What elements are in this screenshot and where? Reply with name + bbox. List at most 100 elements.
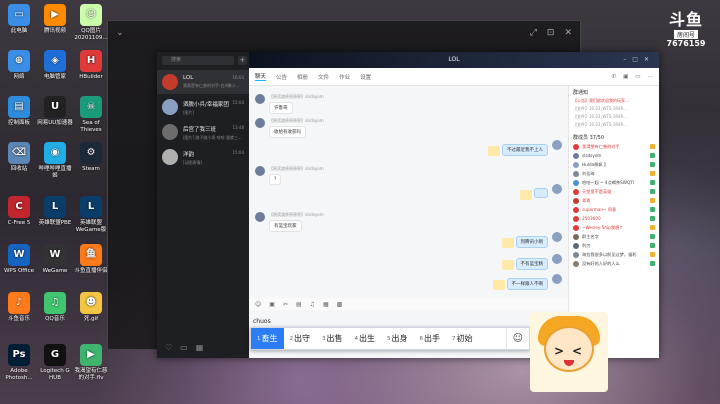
message-bubble[interactable]: 到腾讯小刚	[515, 236, 548, 248]
window-icon[interactable]: ⊡	[547, 28, 555, 38]
message-bubble[interactable]: ?	[269, 174, 282, 185]
desktop-icon[interactable]: G Logitech G HUB	[36, 344, 74, 381]
member-item[interactable]: 哈哈一起 ~ 4点喝茶SWQTI	[569, 178, 659, 187]
message-bubble[interactable]: 许鲁哥	[269, 102, 293, 114]
avatar[interactable]	[255, 118, 265, 128]
toolbar-icon[interactable]: ♫	[310, 301, 315, 308]
toolbar-icon[interactable]: ✂	[283, 301, 288, 308]
desktop-icon[interactable]: L 英雄联盟WeGame版	[72, 196, 110, 233]
avatar[interactable]	[255, 94, 265, 104]
desktop-icon[interactable]: ▶ 腾讯视频	[36, 4, 74, 35]
desktop-icon[interactable]: U 网易UU加速器	[36, 96, 74, 127]
desktop-icon[interactable]: ♫ QQ音乐	[36, 292, 74, 323]
avatar[interactable]	[552, 140, 562, 150]
toolbar-icon[interactable]: ▤	[296, 301, 302, 308]
menu-icon[interactable]: ▭	[180, 343, 188, 352]
tab-announcement[interactable]: 公告	[276, 73, 287, 81]
avatar[interactable]	[552, 254, 562, 264]
member-item[interactable]: ~Wesley Ship我想↑	[569, 223, 659, 232]
toolbar-icon[interactable]: ▣	[269, 301, 275, 308]
avatar[interactable]	[255, 212, 265, 222]
desktop-icon[interactable]: ⊕ 网络	[0, 50, 38, 81]
tab-homework[interactable]: 作业	[339, 73, 350, 81]
member-item[interactable]: 没有好的人好的人么	[569, 259, 659, 268]
desktop-icon[interactable]: H HBuilder	[72, 50, 110, 81]
notice-item[interactable]: 【文件】10.23_WTS-1649…	[569, 105, 659, 113]
notice-item[interactable]: 【文件】10.23_WTS-1649…	[569, 121, 659, 129]
conversation-item[interactable]: 洒脱小兵/幸福家团 [图片] 15:04	[157, 95, 249, 119]
tab-settings[interactable]: 设置	[360, 73, 371, 81]
desktop-icon[interactable]: W WPS Office	[0, 244, 38, 275]
desktop-icon[interactable]: Ps Adobe Photosh...	[0, 344, 38, 381]
desktop-icon[interactable]: ☺ QQ图片 20201109...	[72, 4, 110, 41]
desktop-icon[interactable]: ◈ 电脑管家	[36, 50, 74, 81]
message-input[interactable]: chuos	[253, 318, 271, 325]
ime-candidate[interactable]: 4 出生	[349, 328, 382, 349]
message-bubble[interactable]: 不有蓝宝精	[515, 258, 548, 270]
toolbar-icon[interactable]: ▩	[337, 301, 343, 308]
desktop-icon[interactable]: 鱼斗鱼直播伴侣	[72, 244, 110, 275]
add-button[interactable]: +	[238, 56, 247, 65]
tab-album[interactable]: 相册	[297, 73, 308, 81]
grid-icon[interactable]: ▦	[196, 343, 204, 352]
message-bubble[interactable]: 有蓝宝玩家	[269, 220, 302, 232]
emoji-icon[interactable]: ☺	[505, 328, 529, 349]
member-item[interactable]: 群主名字	[569, 232, 659, 241]
toolbar-icon[interactable]: ▦	[323, 301, 329, 308]
member-item[interactable]: 刘佳琦	[569, 169, 659, 178]
phone-icon[interactable]: ✆	[611, 74, 616, 80]
member-item[interactable]: slsdsyom	[569, 151, 659, 160]
tab-chat[interactable]: 聊天	[255, 72, 267, 81]
desktop-icon[interactable]: L 英雄联盟PBE	[36, 196, 74, 227]
avatar[interactable]	[255, 166, 265, 176]
ime-candidate[interactable]: 3 出售	[316, 328, 349, 349]
avatar[interactable]	[552, 232, 562, 242]
member-item[interactable]: 天堂里不是英雄	[569, 187, 659, 196]
close-icon[interactable]: ✕	[564, 28, 572, 38]
tab-files[interactable]: 文件	[318, 73, 329, 81]
collapse-icon[interactable]: ⌄	[116, 28, 124, 38]
desktop-icon[interactable]: ▤ 控制面板	[0, 96, 38, 127]
desktop-icon[interactable]: ☻ 死.gif	[72, 292, 110, 323]
desktop-icon[interactable]: W WeGame	[36, 244, 74, 275]
conversation-item[interactable]: LOL 我真是有仁慈的对手-白A爆小... 16:04	[157, 70, 249, 94]
toolbar-icon[interactable]: ☺	[255, 301, 261, 308]
screen-share-icon[interactable]: ▭	[635, 74, 640, 80]
desktop-icon[interactable]: ⌫ 回收站	[0, 142, 38, 173]
avatar[interactable]	[552, 184, 562, 194]
ime-candidate[interactable]: 7 初始	[446, 328, 479, 349]
ime-candidate[interactable]: 1 畜生	[251, 328, 284, 349]
fullscreen-icon[interactable]: ⤢	[530, 28, 537, 38]
video-icon[interactable]: ▣	[623, 74, 628, 80]
member-item[interactable]: 海拉我很多以前见过梦，福利	[569, 250, 659, 259]
conversation-item[interactable]: 后宫了我三班 [图片] 路子路小哥 哈哈 我就三... 13:48	[157, 120, 249, 144]
desktop-icon[interactable]: ♪ 斗鱼音乐	[0, 292, 38, 323]
ime-candidate[interactable]: 2 出守	[284, 328, 317, 349]
more-icon[interactable]: ⋯	[648, 74, 654, 80]
desktop-icon[interactable]: ▭ 此电脑	[0, 4, 38, 35]
ime-candidate[interactable]: 6 出手	[414, 328, 447, 349]
conversation-item[interactable]: 洋韵 [动图表情] 15:04	[157, 145, 249, 169]
member-item[interactable]: superman~ 同意	[569, 205, 659, 214]
avatar[interactable]	[552, 274, 562, 284]
member-item[interactable]: Hulda佩佩 】	[569, 160, 659, 169]
desktop-icon[interactable]: ⚙ Steam	[72, 142, 110, 173]
member-item[interactable]: 2503600	[569, 214, 659, 223]
desktop-icon[interactable]: C C-Free 5	[0, 196, 38, 227]
message-bubble[interactable]: 不过最近我不上人	[502, 144, 548, 156]
member-item[interactable]: 青青	[569, 196, 659, 205]
ime-candidate[interactable]: 5 出身	[381, 328, 414, 349]
notice-item[interactable]: 【文件】10.23_WTS-1649…	[569, 113, 659, 121]
search-input[interactable]: 搜索	[162, 56, 234, 65]
message-bubble[interactable]: 收拾有收获吗	[269, 126, 306, 138]
desktop-icon[interactable]: ▶ 我渴望有仁慈的对手.flv	[72, 344, 110, 381]
desktop-icon[interactable]: ☠ Sea of Thieves	[72, 96, 110, 133]
notice-item[interactable]: 【公告】我们群欢迎我的玩家…	[569, 97, 659, 105]
message-bubble[interactable]	[534, 188, 548, 198]
desktop-icon[interactable]: ◉ 哔哩哔哩直播姬	[36, 142, 74, 179]
heart-icon[interactable]: ♡	[165, 343, 172, 352]
member-item[interactable]: 利刃	[569, 241, 659, 250]
window-controls[interactable]: –□✕	[623, 52, 655, 68]
message-bubble[interactable]: 不一样跟人不啊	[506, 278, 548, 290]
member-item[interactable]: 我渴望有仁慈的对手	[569, 142, 659, 151]
